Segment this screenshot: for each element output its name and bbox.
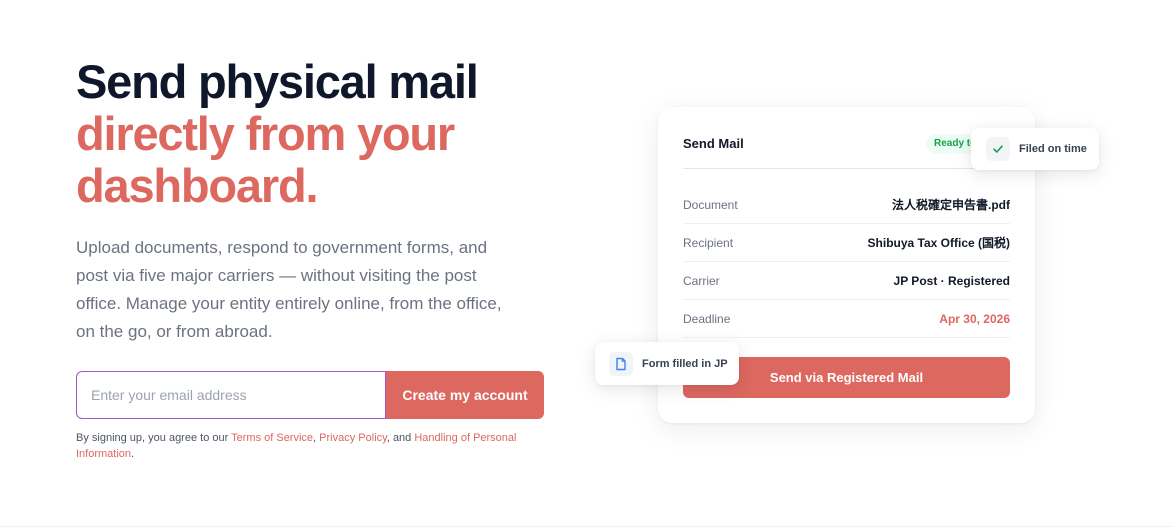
legal-notice: By signing up, you agree to our Terms of… [76,430,546,462]
hero-headline: Send physical mail directly from your da… [76,56,556,212]
detail-value: JP Post · Registered [893,273,1010,288]
deadline-value: Apr 30, 2026 [939,311,1010,326]
detail-label: Deadline [683,311,731,326]
privacy-link[interactable]: Privacy Policy [319,432,387,444]
detail-row-carrier: Carrier JP Post · Registered [683,262,1010,300]
section-divider [0,526,1172,527]
create-account-button[interactable]: Create my account [386,371,544,419]
hero-subtext: Upload documents, respond to government … [76,238,502,341]
terms-link[interactable]: Terms of Service [231,432,313,444]
headline-line-3: dashboard. [76,159,319,212]
document-icon [609,351,633,376]
card-header: Send Mail Ready to send [683,125,1010,169]
detail-label: Carrier [683,273,720,288]
headline-line-2: directly from your [76,107,455,160]
detail-row-deadline: Deadline Apr 30, 2026 [683,300,1010,338]
card-title: Send Mail [683,136,744,151]
legal-sep-2: , and [386,432,415,444]
detail-value: 法人税確定申告書.pdf [892,198,1010,212]
legal-prefix: By signing up, you agree to our [76,432,232,444]
detail-value: Shibuya Tax Office (国税) [867,236,1010,250]
detail-row-recipient: Recipient Shibuya Tax Office (国税) [683,224,1010,262]
chip-label: Form filled in JP [642,357,728,370]
detail-label: Document [683,197,738,212]
form-filled-chip: Form filled in JP [595,342,739,385]
chip-label: Filed on time [1019,143,1087,155]
check-icon [986,137,1010,161]
legal-suffix: . [131,448,135,460]
filed-on-time-chip: Filed on time [971,128,1099,170]
detail-list: Document 法人税確定申告書.pdf Recipient Shibuya … [683,186,1010,338]
detail-label: Recipient [683,235,734,250]
hero-section: Send physical mail directly from your da… [76,56,556,346]
headline-line-1: Send physical mail [76,55,479,108]
email-input[interactable] [76,371,386,419]
detail-row-document: Document 法人税確定申告書.pdf [683,186,1010,224]
signup-form: Create my account [76,371,544,419]
